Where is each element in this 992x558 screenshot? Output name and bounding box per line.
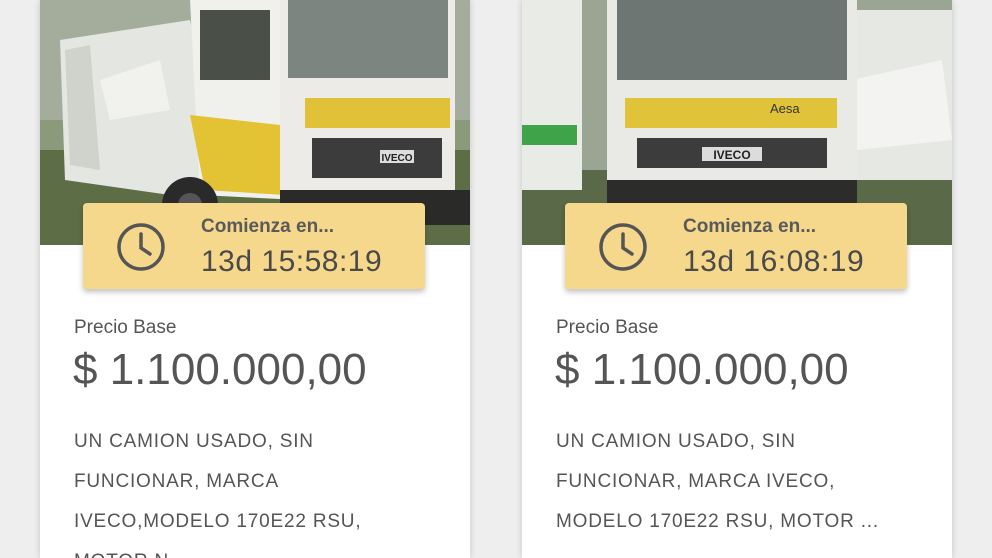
listing-card[interactable]: Aesa IVECO Comienza en... 13d 16:08:19 P… [522, 0, 952, 558]
item-description: UN CAMION USADO, SIN FUNCIONAR, MARCA IV… [74, 422, 404, 558]
description-line: MOTOR N... [74, 542, 404, 558]
truck-brand-plate: IVECO [713, 148, 750, 162]
price-value: $ 1.100.000,00 [555, 345, 849, 394]
description-line: UN CAMION USADO, SIN [74, 431, 314, 452]
description-line: FUNCIONAR, MARCA [74, 471, 279, 492]
clock-icon [599, 223, 647, 271]
price-label: Precio Base [556, 317, 659, 338]
listing-card[interactable]: IVECO Comienza en... 13d 15:58:19 Precio… [40, 0, 470, 558]
operator-logo: Aesa [770, 101, 800, 116]
timer-label: Comienza en... [683, 216, 817, 237]
item-description: UN CAMION USADO, SIN FUNCIONAR, MARCA IV… [556, 422, 886, 542]
price-label: Precio Base [74, 317, 177, 338]
description-line: FUNCIONAR, MARCA IVECO, [556, 471, 836, 492]
description-line: UN CAMION USADO, SIN [556, 431, 796, 452]
description-line: MODELO 170E22 RSU, MOTOR ... [556, 511, 879, 532]
price-value: $ 1.100.000,00 [73, 345, 367, 394]
timer-value: 13d 15:58:19 [201, 245, 383, 278]
description-line: IVECO,MODELO 170E22 RSU, [74, 511, 362, 532]
countdown-badge: Comienza en... 13d 15:58:19 [83, 203, 425, 289]
timer-value: 13d 16:08:19 [683, 245, 865, 278]
timer-label: Comienza en... [201, 216, 335, 237]
truck-brand-plate: IVECO [381, 153, 412, 164]
clock-icon [117, 223, 165, 271]
countdown-badge: Comienza en... 13d 16:08:19 [565, 203, 907, 289]
